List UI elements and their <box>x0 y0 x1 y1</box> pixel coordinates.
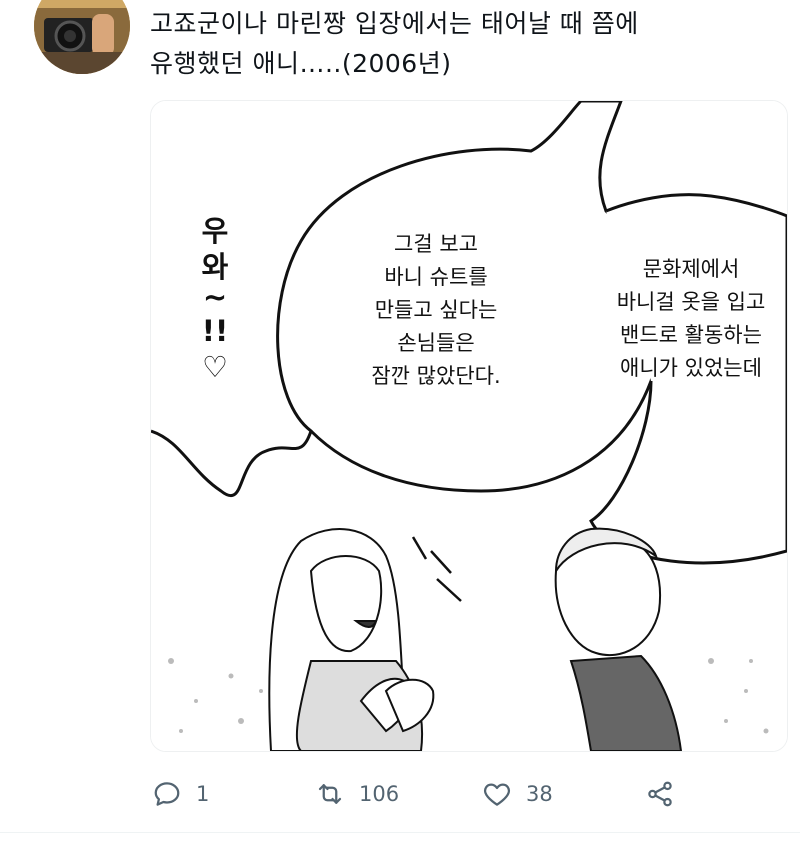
like-button[interactable]: 38 <box>482 770 553 818</box>
bubble-right-line-4: 애니가 있었는데 <box>620 356 762 380</box>
tweet-text: 고죠군이나 마린짱 입장에서는 태어날 때 쯤에 유행했던 애니…..(2006… <box>150 4 780 84</box>
reply-icon <box>154 782 180 806</box>
retweet-button[interactable]: 106 <box>315 770 399 818</box>
bubble-left-line-5: 잠깐 많았단다. <box>371 364 500 388</box>
reply-button[interactable]: 1 <box>152 770 209 818</box>
avatar[interactable] <box>34 0 130 74</box>
bubble-left-line-2: 바니 슈트를 <box>384 265 487 289</box>
bottom-divider <box>0 832 800 833</box>
sfx-char-2: 와 <box>202 250 229 284</box>
share-button[interactable] <box>645 770 689 818</box>
bubble-left-line-4: 손님들은 <box>397 331 474 355</box>
sfx-char-3: ~ <box>203 280 227 314</box>
sfx-char-1: 우 <box>202 214 229 248</box>
heart-icon <box>484 783 510 806</box>
retweet-count: 106 <box>359 782 400 806</box>
reply-count: 1 <box>196 782 210 806</box>
bubble-right-line-2: 바니걸 옷을 입고 <box>617 290 766 314</box>
camera-photo-avatar-image <box>34 0 130 74</box>
bubble-left-line-3: 만들고 싶다는 <box>375 298 498 322</box>
tweet-media-image[interactable]: 우 와 ~ !! ♡ 그걸 보고 바니 슈트를 만들고 싶다는 손님들은 잠깐 … <box>150 100 788 752</box>
share-icon <box>648 781 672 807</box>
like-count: 38 <box>526 782 553 806</box>
bubble-right-line-3: 밴드로 활동하는 <box>620 323 762 347</box>
tweet-text-line-2: 유행했던 애니…..(2006년) <box>150 49 452 78</box>
sfx-char-5: ♡ <box>202 350 228 384</box>
retweet-icon <box>318 784 342 804</box>
bubble-left-line-1: 그걸 보고 <box>394 232 478 256</box>
tweet-text-line-1: 고죠군이나 마린짱 입장에서는 태어날 때 쯤에 <box>150 9 639 38</box>
tweet-action-bar: 1 106 38 <box>150 770 786 818</box>
bubble-right-line-1: 문화제에서 <box>643 257 740 281</box>
manga-panel: 우 와 ~ !! ♡ 그걸 보고 바니 슈트를 만들고 싶다는 손님들은 잠깐 … <box>151 101 787 751</box>
sfx-char-4: !! <box>202 314 228 348</box>
